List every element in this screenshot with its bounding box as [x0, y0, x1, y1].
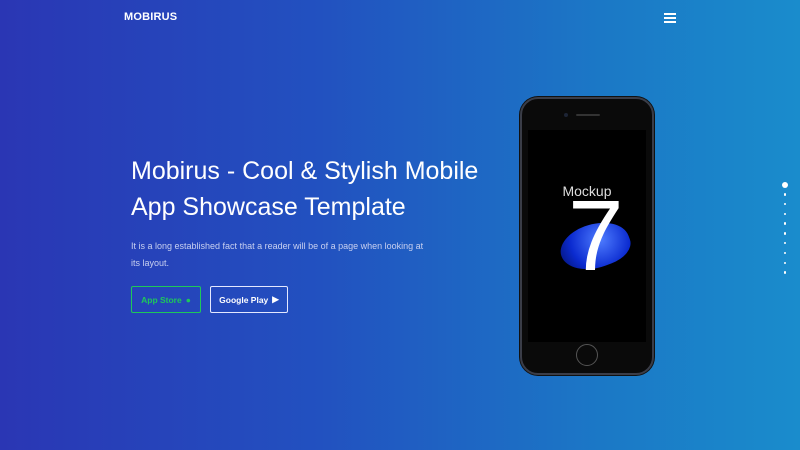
slider-pagination: [782, 182, 788, 281]
slider-dot[interactable]: [783, 193, 787, 196]
slider-dot[interactable]: [783, 271, 787, 274]
slider-dot[interactable]: [783, 222, 787, 225]
slider-dot[interactable]: [782, 182, 788, 188]
google-play-button[interactable]: Google Play ▶: [210, 286, 288, 313]
home-button: [576, 344, 598, 366]
app-store-label: App Store: [141, 294, 182, 305]
slider-dot[interactable]: [783, 232, 787, 235]
camera-icon: [564, 113, 568, 117]
app-store-button[interactable]: App Store ●: [131, 286, 201, 313]
slider-dot[interactable]: [783, 261, 787, 265]
phone-mockup: Mockup 7: [520, 97, 654, 375]
phone-screen: Mockup 7: [528, 130, 646, 342]
speaker: [576, 114, 600, 116]
apple-icon: ●: [185, 294, 191, 305]
hero-description: It is a long established fact that a rea…: [131, 241, 424, 268]
hamburger-icon[interactable]: [664, 13, 676, 23]
screen-number: 7: [568, 180, 624, 292]
slider-dot[interactable]: [783, 202, 787, 206]
slider-dot[interactable]: [783, 241, 787, 245]
google-play-label: Google Play: [219, 294, 269, 305]
play-icon: ▶: [272, 294, 279, 304]
logo[interactable]: MOBIRUS: [124, 11, 177, 23]
slider-dot[interactable]: [783, 212, 787, 216]
slider-dot[interactable]: [783, 251, 787, 255]
hero-title: Mobirus - Cool & Stylish Mobile App Show…: [131, 157, 479, 221]
